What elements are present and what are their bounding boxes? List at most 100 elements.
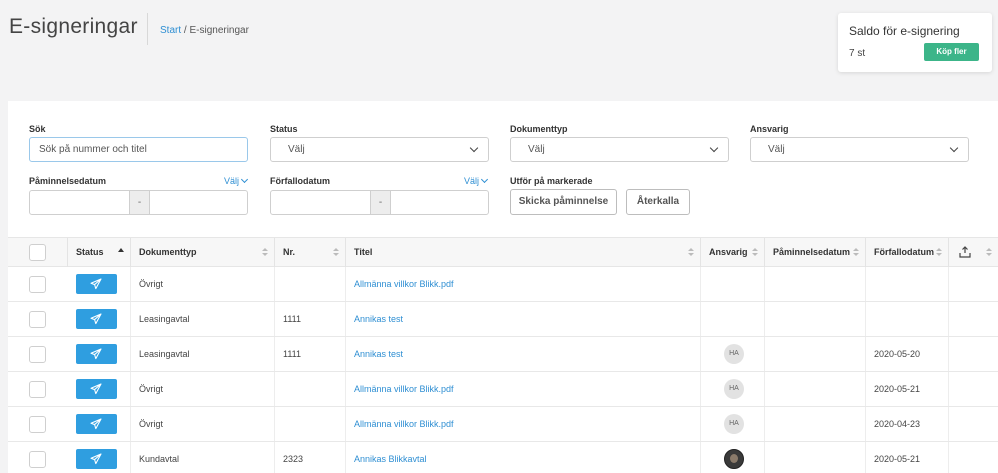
cell-export	[948, 407, 998, 441]
cell-due-date	[865, 302, 948, 336]
revoke-button[interactable]: Återkalla	[626, 189, 690, 215]
sort-icon	[853, 248, 859, 258]
search-input[interactable]	[29, 137, 248, 162]
status-select[interactable]: Välj	[270, 137, 489, 162]
row-checkbox[interactable]	[29, 311, 46, 328]
row-checkbox[interactable]	[29, 346, 46, 363]
document-title-link[interactable]: Annikas test	[354, 314, 403, 324]
cell-due-date	[865, 267, 948, 301]
saldo-count: 7 st	[849, 48, 866, 59]
send-reminder-button[interactable]: Skicka påminnelse	[510, 189, 617, 215]
due-date-to[interactable]	[391, 191, 488, 214]
col-doctype-label: Dokumenttyp	[139, 247, 197, 257]
avatar	[724, 449, 744, 469]
cell-responsible	[700, 302, 764, 336]
responsible-select[interactable]: Välj	[750, 137, 969, 162]
cell-responsible: HA	[700, 372, 764, 406]
status-send-button[interactable]	[76, 309, 117, 329]
cell-nr	[274, 372, 345, 406]
responsible-filter-label: Ansvarig	[750, 124, 789, 134]
responsible-select-value: Välj	[768, 144, 785, 155]
export-icon[interactable]	[959, 246, 971, 258]
sort-icon	[752, 248, 758, 258]
cell-export	[948, 372, 998, 406]
status-send-button[interactable]	[76, 344, 117, 364]
table-row: Övrigt Allmänna villkor Blikk.pdf	[8, 267, 998, 302]
paper-plane-icon	[90, 383, 102, 395]
due-date-from[interactable]	[271, 191, 370, 214]
cell-title: Allmänna villkor Blikk.pdf	[345, 407, 700, 441]
cell-nr: 1111	[274, 302, 345, 336]
doctype-select[interactable]: Välj	[510, 137, 729, 162]
chevron-down-icon	[709, 143, 719, 153]
table-header: Status Dokumenttyp Nr. Titel Ansvarig På…	[8, 237, 998, 267]
reminder-date-choose-link[interactable]: Välj	[224, 175, 249, 186]
buy-more-button[interactable]: Köp fler	[924, 43, 979, 61]
cell-title: Allmänna villkor Blikk.pdf	[345, 267, 700, 301]
cell-doctype: Leasingavtal	[130, 302, 274, 336]
breadcrumb: Start / E-signeringar	[160, 25, 249, 36]
breadcrumb-start-link[interactable]: Start	[160, 25, 181, 36]
reminder-date-label: Påminnelsedatum	[29, 176, 107, 186]
status-select-value: Välj	[288, 144, 305, 155]
col-reminder-date[interactable]: Påminnelsedatum	[764, 238, 865, 267]
saldo-card: Saldo för e-signering 7 st Köp fler	[838, 13, 992, 72]
col-due-date[interactable]: Förfallodatum	[865, 238, 948, 267]
col-status[interactable]: Status	[67, 238, 130, 267]
paper-plane-icon	[90, 418, 102, 430]
sort-icon	[262, 248, 268, 258]
row-checkbox[interactable]	[29, 416, 46, 433]
cell-due-date: 2020-04-23	[865, 407, 948, 441]
select-all-checkbox[interactable]	[29, 244, 46, 261]
row-checkbox[interactable]	[29, 276, 46, 293]
row-checkbox[interactable]	[29, 381, 46, 398]
cell-doctype: Övrigt	[130, 407, 274, 441]
cell-due-date: 2020-05-21	[865, 372, 948, 406]
cell-nr: 1111	[274, 337, 345, 371]
status-send-button[interactable]	[76, 449, 117, 469]
due-date-choose-link[interactable]: Välj	[464, 175, 489, 186]
sort-icon	[333, 248, 339, 258]
col-nr[interactable]: Nr.	[274, 238, 345, 267]
cell-doctype: Övrigt	[130, 267, 274, 301]
col-responsible[interactable]: Ansvarig	[700, 238, 764, 267]
cell-responsible	[700, 442, 764, 473]
chevron-down-icon	[240, 175, 249, 184]
breadcrumb-current: E-signeringar	[189, 25, 249, 36]
sort-icon	[688, 248, 694, 258]
status-send-button[interactable]	[76, 414, 117, 434]
cell-reminder-date	[764, 267, 865, 301]
col-export[interactable]	[948, 238, 998, 267]
main-panel: Sök Status Välj Dokumenttyp Välj Ansvari…	[8, 101, 998, 473]
row-checkbox[interactable]	[29, 451, 46, 468]
document-title-link[interactable]: Allmänna villkor Blikk.pdf	[354, 419, 454, 429]
reminder-date-choose-text: Välj	[224, 176, 240, 186]
document-title-link[interactable]: Annikas Blikkavtal	[354, 454, 427, 464]
reminder-date-from[interactable]	[30, 191, 129, 214]
cell-export	[948, 442, 998, 473]
cell-responsible: HA	[700, 407, 764, 441]
col-doctype[interactable]: Dokumenttyp	[130, 238, 274, 267]
status-send-button[interactable]	[76, 274, 117, 294]
chevron-down-icon	[469, 143, 479, 153]
sort-asc-icon	[118, 248, 124, 252]
table-row: Leasingavtal 1111 Annikas test HA 2020-05-20	[8, 337, 998, 372]
due-date-range: -	[270, 190, 489, 215]
document-title-link[interactable]: Annikas test	[354, 349, 403, 359]
paper-plane-icon	[90, 313, 102, 325]
status-send-button[interactable]	[76, 379, 117, 399]
col-nr-label: Nr.	[283, 247, 296, 257]
page-title: E-signeringar	[9, 15, 138, 38]
paper-plane-icon	[90, 278, 102, 290]
reminder-date-to[interactable]	[150, 191, 247, 214]
col-title[interactable]: Titel	[345, 238, 700, 267]
cell-reminder-date	[764, 302, 865, 336]
cell-export	[948, 337, 998, 371]
col-due-date-label: Förfallodatum	[874, 247, 934, 257]
avatar: HA	[724, 379, 744, 399]
document-title-link[interactable]: Allmänna villkor Blikk.pdf	[354, 279, 454, 289]
cell-title: Annikas test	[345, 337, 700, 371]
document-title-link[interactable]: Allmänna villkor Blikk.pdf	[354, 384, 454, 394]
cell-title: Annikas Blikkavtal	[345, 442, 700, 473]
avatar: HA	[724, 344, 744, 364]
